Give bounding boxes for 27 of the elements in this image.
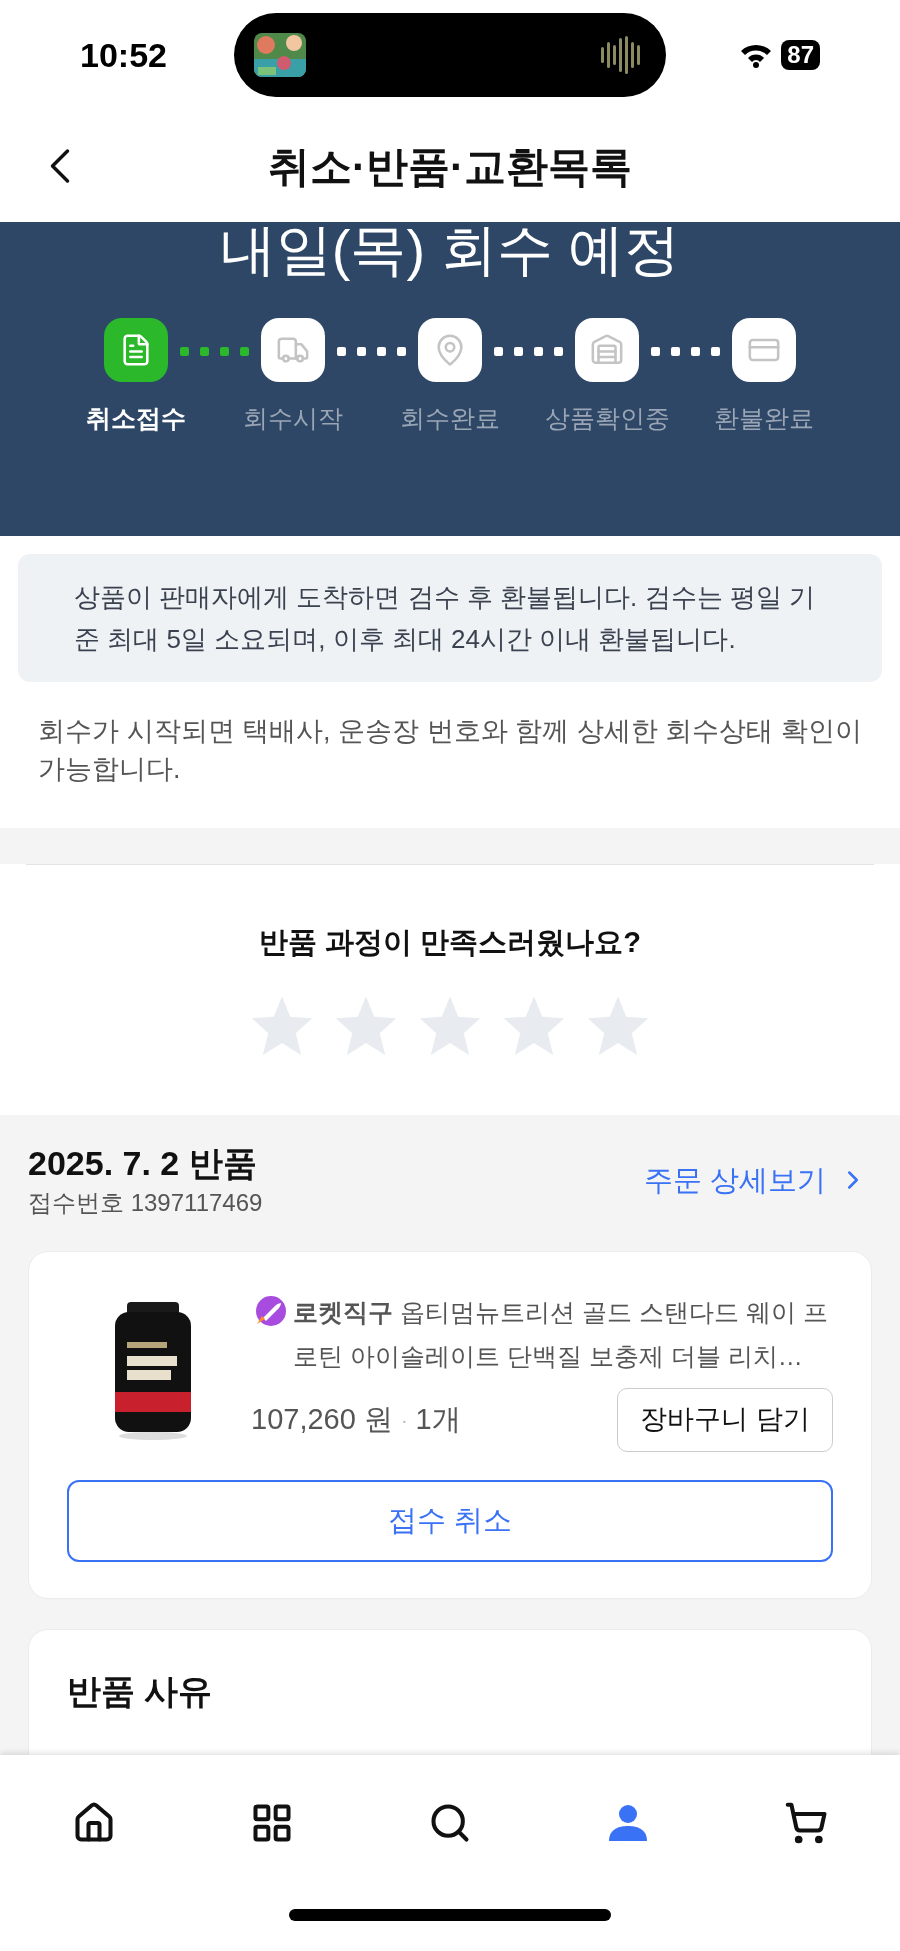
status-time: 10:52 [80, 34, 168, 76]
home-icon [72, 1801, 116, 1845]
step-label: 회수시작 [243, 403, 343, 434]
order-date: 2025. 7. 2 반품 [28, 1142, 258, 1184]
add-to-cart-button[interactable]: 장바구니 담기 [617, 1387, 833, 1452]
receipt-number: 접수번호 1397117469 [28, 1187, 263, 1218]
info-text: 회수가 시작되면 택배사, 운송장 번호와 함께 상세한 회수상태 확인이 가능합니다. [38, 715, 862, 786]
step-label: 환불완료 [714, 403, 814, 434]
product-quantity: 1개 [415, 1401, 461, 1437]
cart-icon [784, 1801, 828, 1845]
grid-icon [250, 1801, 294, 1845]
step-label: 취소접수 [86, 403, 186, 434]
reason-title: 반품 사유 [67, 1670, 214, 1712]
wifi-icon [739, 42, 774, 68]
battery-indicator: 87 [781, 40, 820, 70]
product-price: 107,260 원 [251, 1401, 393, 1437]
step-label: 상품확인중 [544, 403, 670, 434]
page-title: 취소·반품·교환목록 [268, 141, 632, 192]
warehouse-icon [590, 333, 624, 367]
rating-question: 반품 과정이 만족스러웠나요? [259, 925, 641, 960]
product-title[interactable]: 로켓직구 옵티멈뉴트리션 골드 스탠다드 웨이 프로틴 아이솔레이트 단백질 보충제 더블 리치… [293, 1289, 833, 1378]
search-icon [428, 1801, 472, 1845]
notice-box: 상품이 판매자에게 도착하면 검수 후 환불됩니다. 검수는 평일 기준 최대 5일 소요되며, 이후 최대 24시간 이내 환불됩니다. [18, 554, 882, 682]
step-label: 회수완료 [400, 403, 500, 434]
separator-dot: · [400, 1407, 408, 1433]
order-detail-link[interactable]: 주문 상세보기 [643, 1158, 872, 1202]
cancel-request-button[interactable]: 접수 취소 [67, 1479, 833, 1562]
